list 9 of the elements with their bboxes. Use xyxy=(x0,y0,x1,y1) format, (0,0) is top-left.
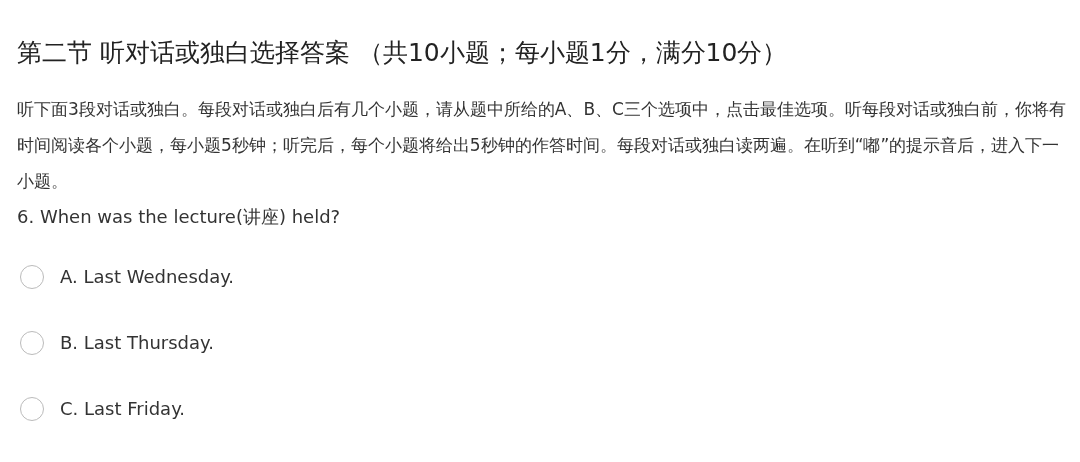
option-label[interactable]: C. Last Friday. xyxy=(60,395,185,423)
radio-button[interactable] xyxy=(20,397,44,421)
option-label[interactable]: B. Last Thursday. xyxy=(60,329,214,357)
question-text: 6. When was the lecture(讲座) held? xyxy=(17,205,342,229)
radio-button[interactable] xyxy=(20,331,44,355)
instructions-text: 听下面3段对话或独白。每段对话或独白后有几个小题，请从题中所给的A、B、C三个选项中，点击最佳选项。听每段对话或独白前，你将有时间阅读各个小题，每小题5秒钟；听完后，每个小题将给出5秒钟的作答时间。每段对话或独白读两遍。在听到“嘟”的提示音后，进入下一小题。 xyxy=(17,98,1066,193)
section-title: 第二节 听对话或独白选择答案 （共10小题；每小题1分，满分10分） xyxy=(17,37,789,69)
radio-button[interactable] xyxy=(20,265,44,289)
option-label[interactable]: A. Last Wednesday. xyxy=(60,263,235,291)
